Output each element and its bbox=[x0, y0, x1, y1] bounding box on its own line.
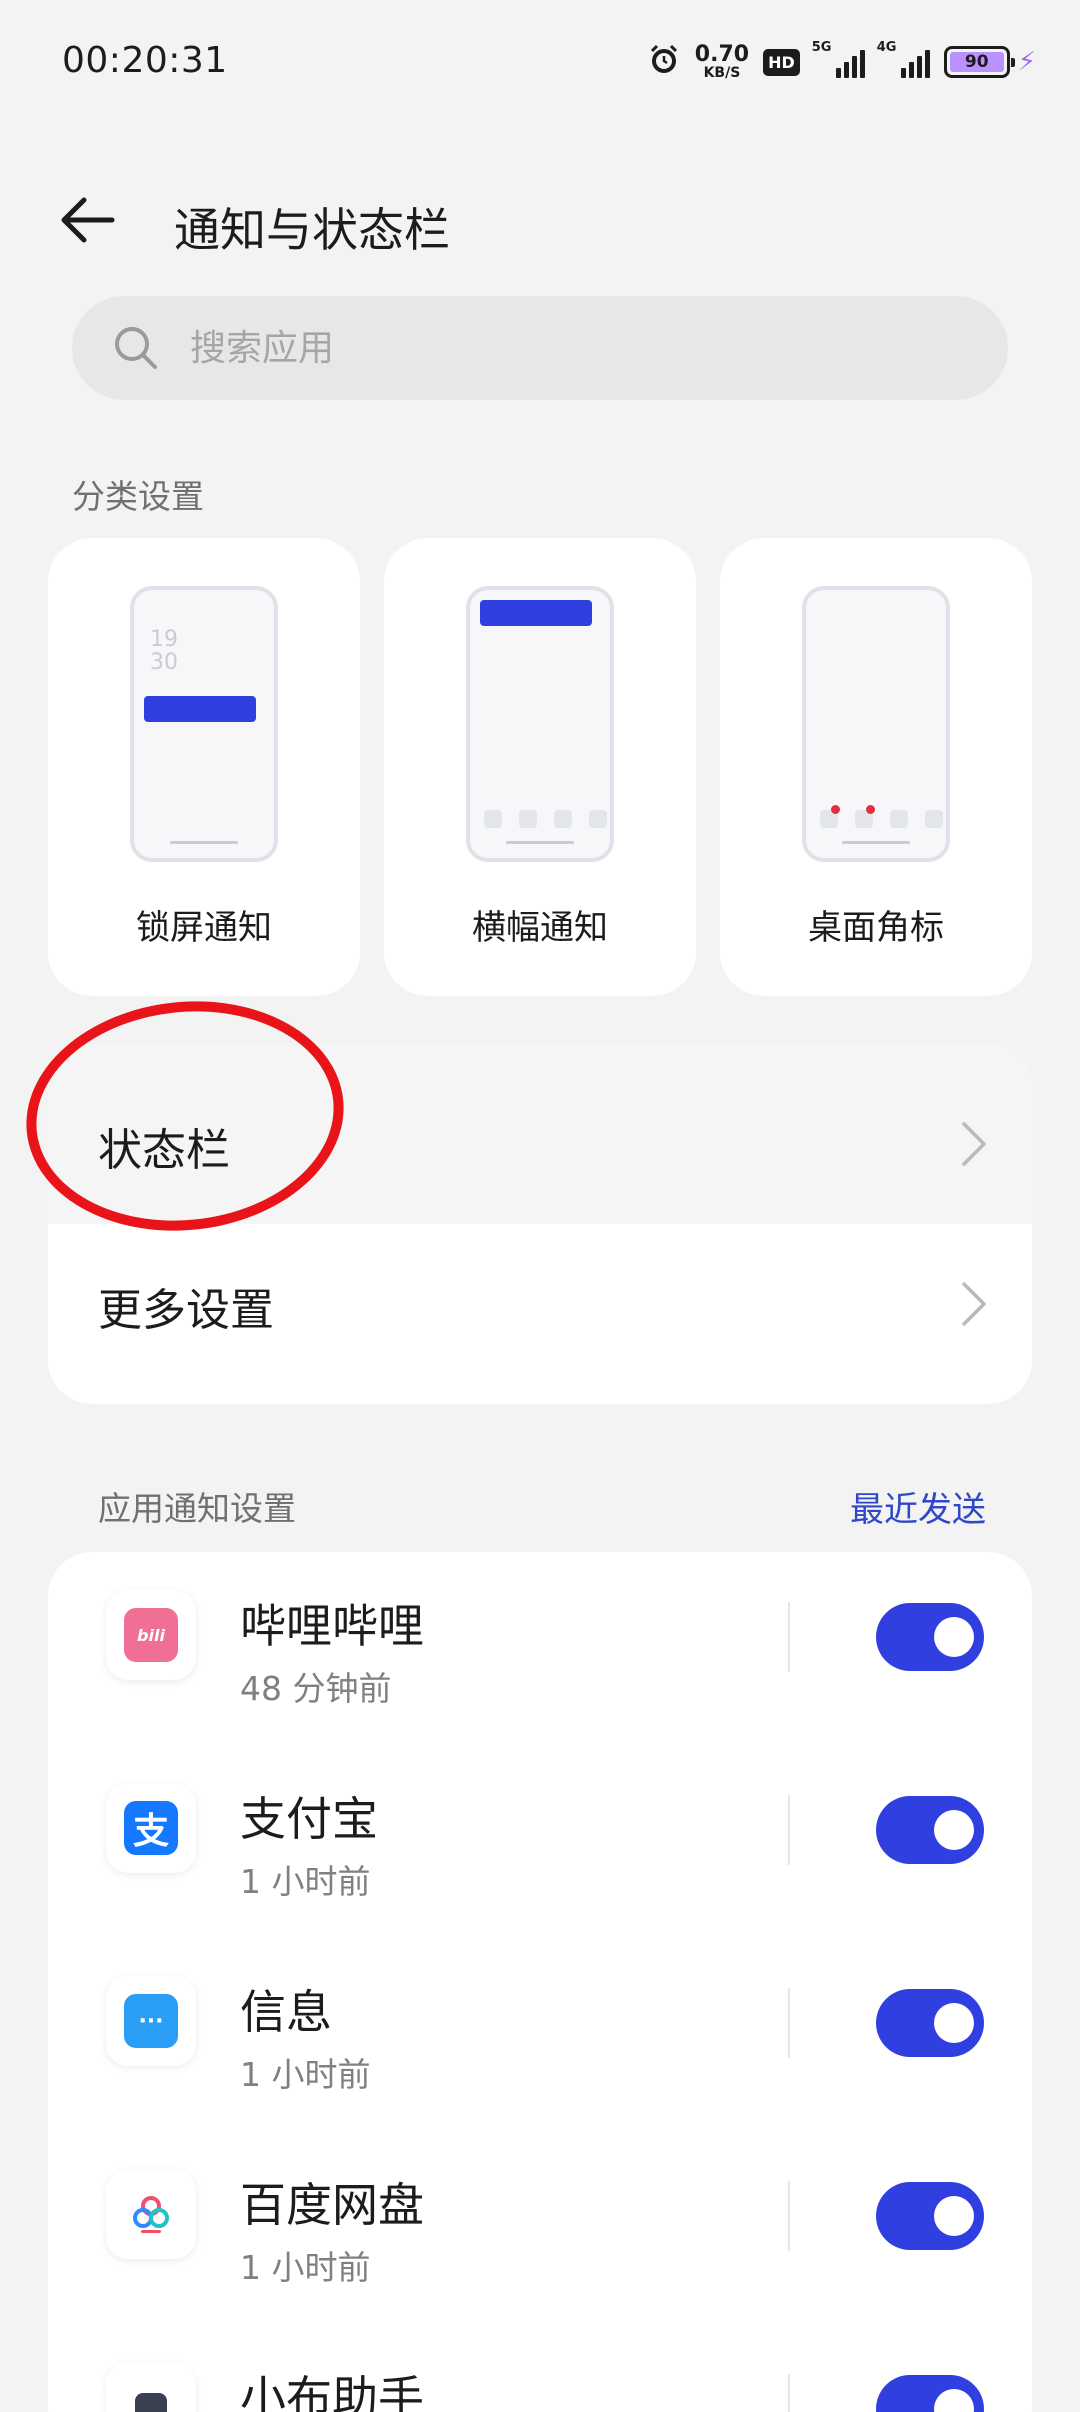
battery-icon: 90 bbox=[943, 46, 1015, 78]
app-last-time: 48 分钟前 bbox=[240, 1669, 392, 1708]
lock-screen-illustration: 19 30 bbox=[130, 586, 278, 862]
item-label: 更多设置 bbox=[98, 1285, 274, 1336]
assistant-icon bbox=[124, 2380, 178, 2412]
signal-icon: 4G bbox=[877, 40, 930, 78]
app-name: 信息 bbox=[240, 1985, 332, 2039]
messages-icon: ··· bbox=[124, 1994, 178, 2048]
app-last-time: 1 小时前 bbox=[240, 2055, 371, 2094]
search-icon bbox=[115, 327, 157, 369]
notification-toggle[interactable] bbox=[876, 1603, 984, 1671]
hd-icon: HD bbox=[763, 48, 800, 76]
badge-illustration bbox=[802, 586, 950, 862]
app-name: 哔哩哔哩 bbox=[240, 1599, 424, 1653]
charging-icon: ⚡ bbox=[1017, 47, 1036, 77]
notification-toggle[interactable] bbox=[876, 2182, 984, 2250]
chevron-right-icon bbox=[962, 1282, 986, 1326]
screen: 00:20:31 0.70 KB/S HD 5G 4G 90 ⚡ 通知与状态栏 … bbox=[0, 0, 1080, 2412]
settings-group: 状态栏 更多设置 bbox=[48, 1044, 1032, 1404]
recent-sent-link[interactable]: 最近发送 bbox=[850, 1482, 986, 1531]
item-label: 状态栏 bbox=[98, 1125, 230, 1176]
card-lock-screen-notification[interactable]: 19 30 锁屏通知 bbox=[48, 538, 360, 996]
app-row[interactable]: ··· 信息 1 小时前 bbox=[48, 1938, 1032, 2131]
clock-text: 19 30 bbox=[150, 627, 178, 676]
status-time: 00:20:31 bbox=[62, 40, 228, 81]
status-icons: 0.70 KB/S HD 5G 4G 90 ⚡ bbox=[647, 38, 1036, 86]
category-cards: 19 30 锁屏通知 横幅通知 桌面角标 bbox=[48, 538, 1032, 996]
page-title: 通知与状态栏 bbox=[174, 203, 450, 257]
category-section-label: 分类设置 bbox=[72, 477, 204, 516]
app-last-time: 1 小时前 bbox=[240, 2248, 371, 2287]
card-label: 横幅通知 bbox=[472, 908, 608, 948]
app-row[interactable]: bili 哔哩哔哩 48 分钟前 bbox=[48, 1552, 1032, 1745]
search-input[interactable] bbox=[190, 296, 970, 400]
back-arrow-icon bbox=[61, 197, 115, 243]
app-name: 支付宝 bbox=[240, 1792, 378, 1846]
card-label: 桌面角标 bbox=[808, 908, 944, 948]
app-last-time: 1 小时前 bbox=[240, 1862, 371, 1901]
notification-toggle[interactable] bbox=[876, 2375, 984, 2412]
bilibili-icon: bili bbox=[124, 1608, 178, 1662]
app-list: bili 哔哩哔哩 48 分钟前 支 支付宝 1 小时前 ··· 信息 1 小时… bbox=[48, 1552, 1032, 2412]
notification-toggle[interactable] bbox=[876, 1796, 984, 1864]
notification-toggle[interactable] bbox=[876, 1989, 984, 2057]
back-button[interactable] bbox=[56, 188, 136, 252]
app-row[interactable]: 小布助手 bbox=[48, 2324, 1032, 2412]
status-bar-settings-item[interactable]: 状态栏 bbox=[48, 1044, 1032, 1224]
alarm-icon bbox=[647, 43, 681, 81]
app-name: 小布助手 bbox=[240, 2371, 424, 2412]
baidu-netdisk-icon bbox=[124, 2187, 178, 2241]
card-banner-notification[interactable]: 横幅通知 bbox=[384, 538, 696, 996]
card-label: 锁屏通知 bbox=[136, 908, 272, 948]
alipay-icon: 支 bbox=[124, 1801, 178, 1855]
search-bar[interactable] bbox=[72, 296, 1008, 400]
app-row[interactable]: 支 支付宝 1 小时前 bbox=[48, 1745, 1032, 1938]
status-bar: 00:20:31 0.70 KB/S HD 5G 4G 90 ⚡ bbox=[0, 0, 1080, 120]
network-speed: 0.70 KB/S bbox=[694, 42, 750, 81]
app-name: 百度网盘 bbox=[240, 2178, 424, 2232]
banner-illustration bbox=[466, 586, 614, 862]
signal-icon: 5G bbox=[812, 40, 865, 78]
header: 通知与状态栏 bbox=[0, 160, 1080, 280]
app-row[interactable]: 百度网盘 1 小时前 bbox=[48, 2131, 1032, 2324]
more-settings-item[interactable]: 更多设置 bbox=[48, 1224, 1032, 1404]
app-section-label: 应用通知设置 bbox=[98, 1489, 296, 1528]
chevron-right-icon bbox=[962, 1122, 986, 1166]
card-app-badge[interactable]: 桌面角标 bbox=[720, 538, 1032, 996]
